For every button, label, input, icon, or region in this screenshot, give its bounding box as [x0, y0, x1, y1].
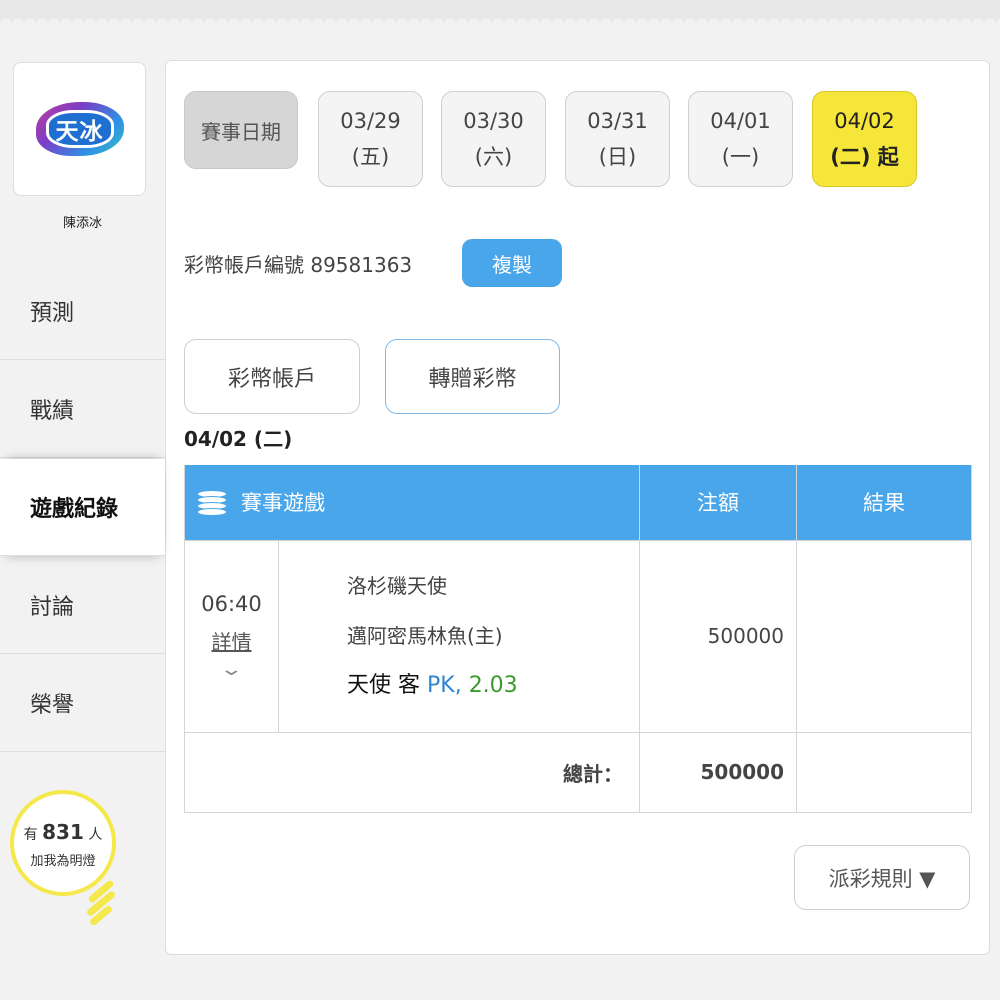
- pick-type: PK,: [427, 673, 462, 698]
- sidebar-item-honor[interactable]: 榮譽: [0, 655, 165, 752]
- time-cell: 06:40 詳情 ⌄: [184, 539, 279, 733]
- copy-button[interactable]: 複製: [462, 239, 562, 287]
- header-game: 賽事遊戲: [184, 465, 640, 541]
- date-button-0401[interactable]: 04/01 (一): [688, 91, 793, 187]
- total-row: 總計： 500000: [184, 731, 972, 813]
- pick-team: 天使 客: [347, 673, 420, 698]
- sidebar-item-predict[interactable]: 預測: [0, 263, 165, 360]
- date-button-0331[interactable]: 03/31 (日): [565, 91, 670, 187]
- away-team: 洛杉磯天使: [347, 574, 447, 598]
- chevron-down-icon[interactable]: ⌄: [157, 659, 306, 680]
- amount-cell: 500000: [639, 539, 797, 733]
- pick-line: 天使 客 PK, 2.03: [347, 661, 639, 711]
- total-label: 總計：: [184, 731, 640, 813]
- sidebar-item-record[interactable]: 戰績: [0, 361, 165, 458]
- sidebar-item-discussion[interactable]: 討論: [0, 557, 165, 654]
- home-team: 邁阿密馬林魚(主): [347, 624, 503, 648]
- table-row: 06:40 詳情 ⌄ 洛杉磯天使 邁阿密馬林魚(主) 天使 客 PK, 2.03…: [184, 539, 972, 733]
- header-amount: 注額: [639, 465, 797, 541]
- header-result: 結果: [796, 465, 972, 541]
- avatar[interactable]: 天冰: [13, 62, 146, 196]
- sidebar: 天冰 陳添冰 預測 戰績 遊戲紀錄 討論 榮譽 有 831 人 加我為明燈: [0, 26, 165, 1000]
- table-header-row: 賽事遊戲 注額 結果: [184, 465, 972, 541]
- detail-link[interactable]: 詳情: [185, 626, 278, 655]
- sidebar-item-game-log[interactable]: 遊戲紀錄: [0, 459, 165, 556]
- lightbulb-base-icon: [80, 878, 122, 927]
- date-button-0329[interactable]: 03/29 (五): [318, 91, 423, 187]
- date-label: 賽事日期: [184, 91, 298, 169]
- total-amount: 500000: [639, 731, 797, 813]
- date-button-0402[interactable]: 04/02 (二) 起: [812, 91, 917, 187]
- logo-text: 天冰: [45, 110, 114, 148]
- game-time: 06:40: [201, 592, 262, 616]
- lamp-count-text: 有 831 人: [23, 820, 103, 844]
- main-panel: 賽事日期 03/29 (五) 03/30 (六) 03/31 (日) 04/01…: [165, 60, 990, 955]
- result-cell: [796, 539, 972, 733]
- top-decorative-strip: [0, 0, 1000, 26]
- lamp-follow-badge[interactable]: 有 831 人 加我為明燈: [10, 790, 120, 930]
- lamp-count: 831: [42, 820, 84, 844]
- match-cell: 洛杉磯天使 邁阿密馬林魚(主) 天使 客 PK, 2.03: [278, 539, 640, 733]
- total-result-cell: [796, 731, 972, 813]
- tab-account[interactable]: 彩幣帳戶: [184, 339, 360, 414]
- logo-icon: 天冰: [30, 94, 130, 164]
- lamp-caption: 加我為明燈: [30, 854, 96, 869]
- date-button-0330[interactable]: 03/30 (六): [441, 91, 546, 187]
- account-number: 彩幣帳戶編號 89581363: [184, 253, 413, 277]
- tab-transfer[interactable]: 轉贈彩幣: [385, 339, 560, 414]
- odds: 2.03: [468, 673, 518, 698]
- payout-rules-button[interactable]: 派彩規則 ▼: [794, 845, 970, 910]
- coins-icon: [197, 489, 227, 518]
- bets-table: 賽事遊戲 注額 結果 06:40 詳情 ⌄ 洛杉磯天使 邁阿密馬林魚(主) 天使…: [184, 465, 972, 813]
- user-name: 陳添冰: [62, 216, 102, 231]
- section-date: 04/02 (二): [184, 427, 293, 451]
